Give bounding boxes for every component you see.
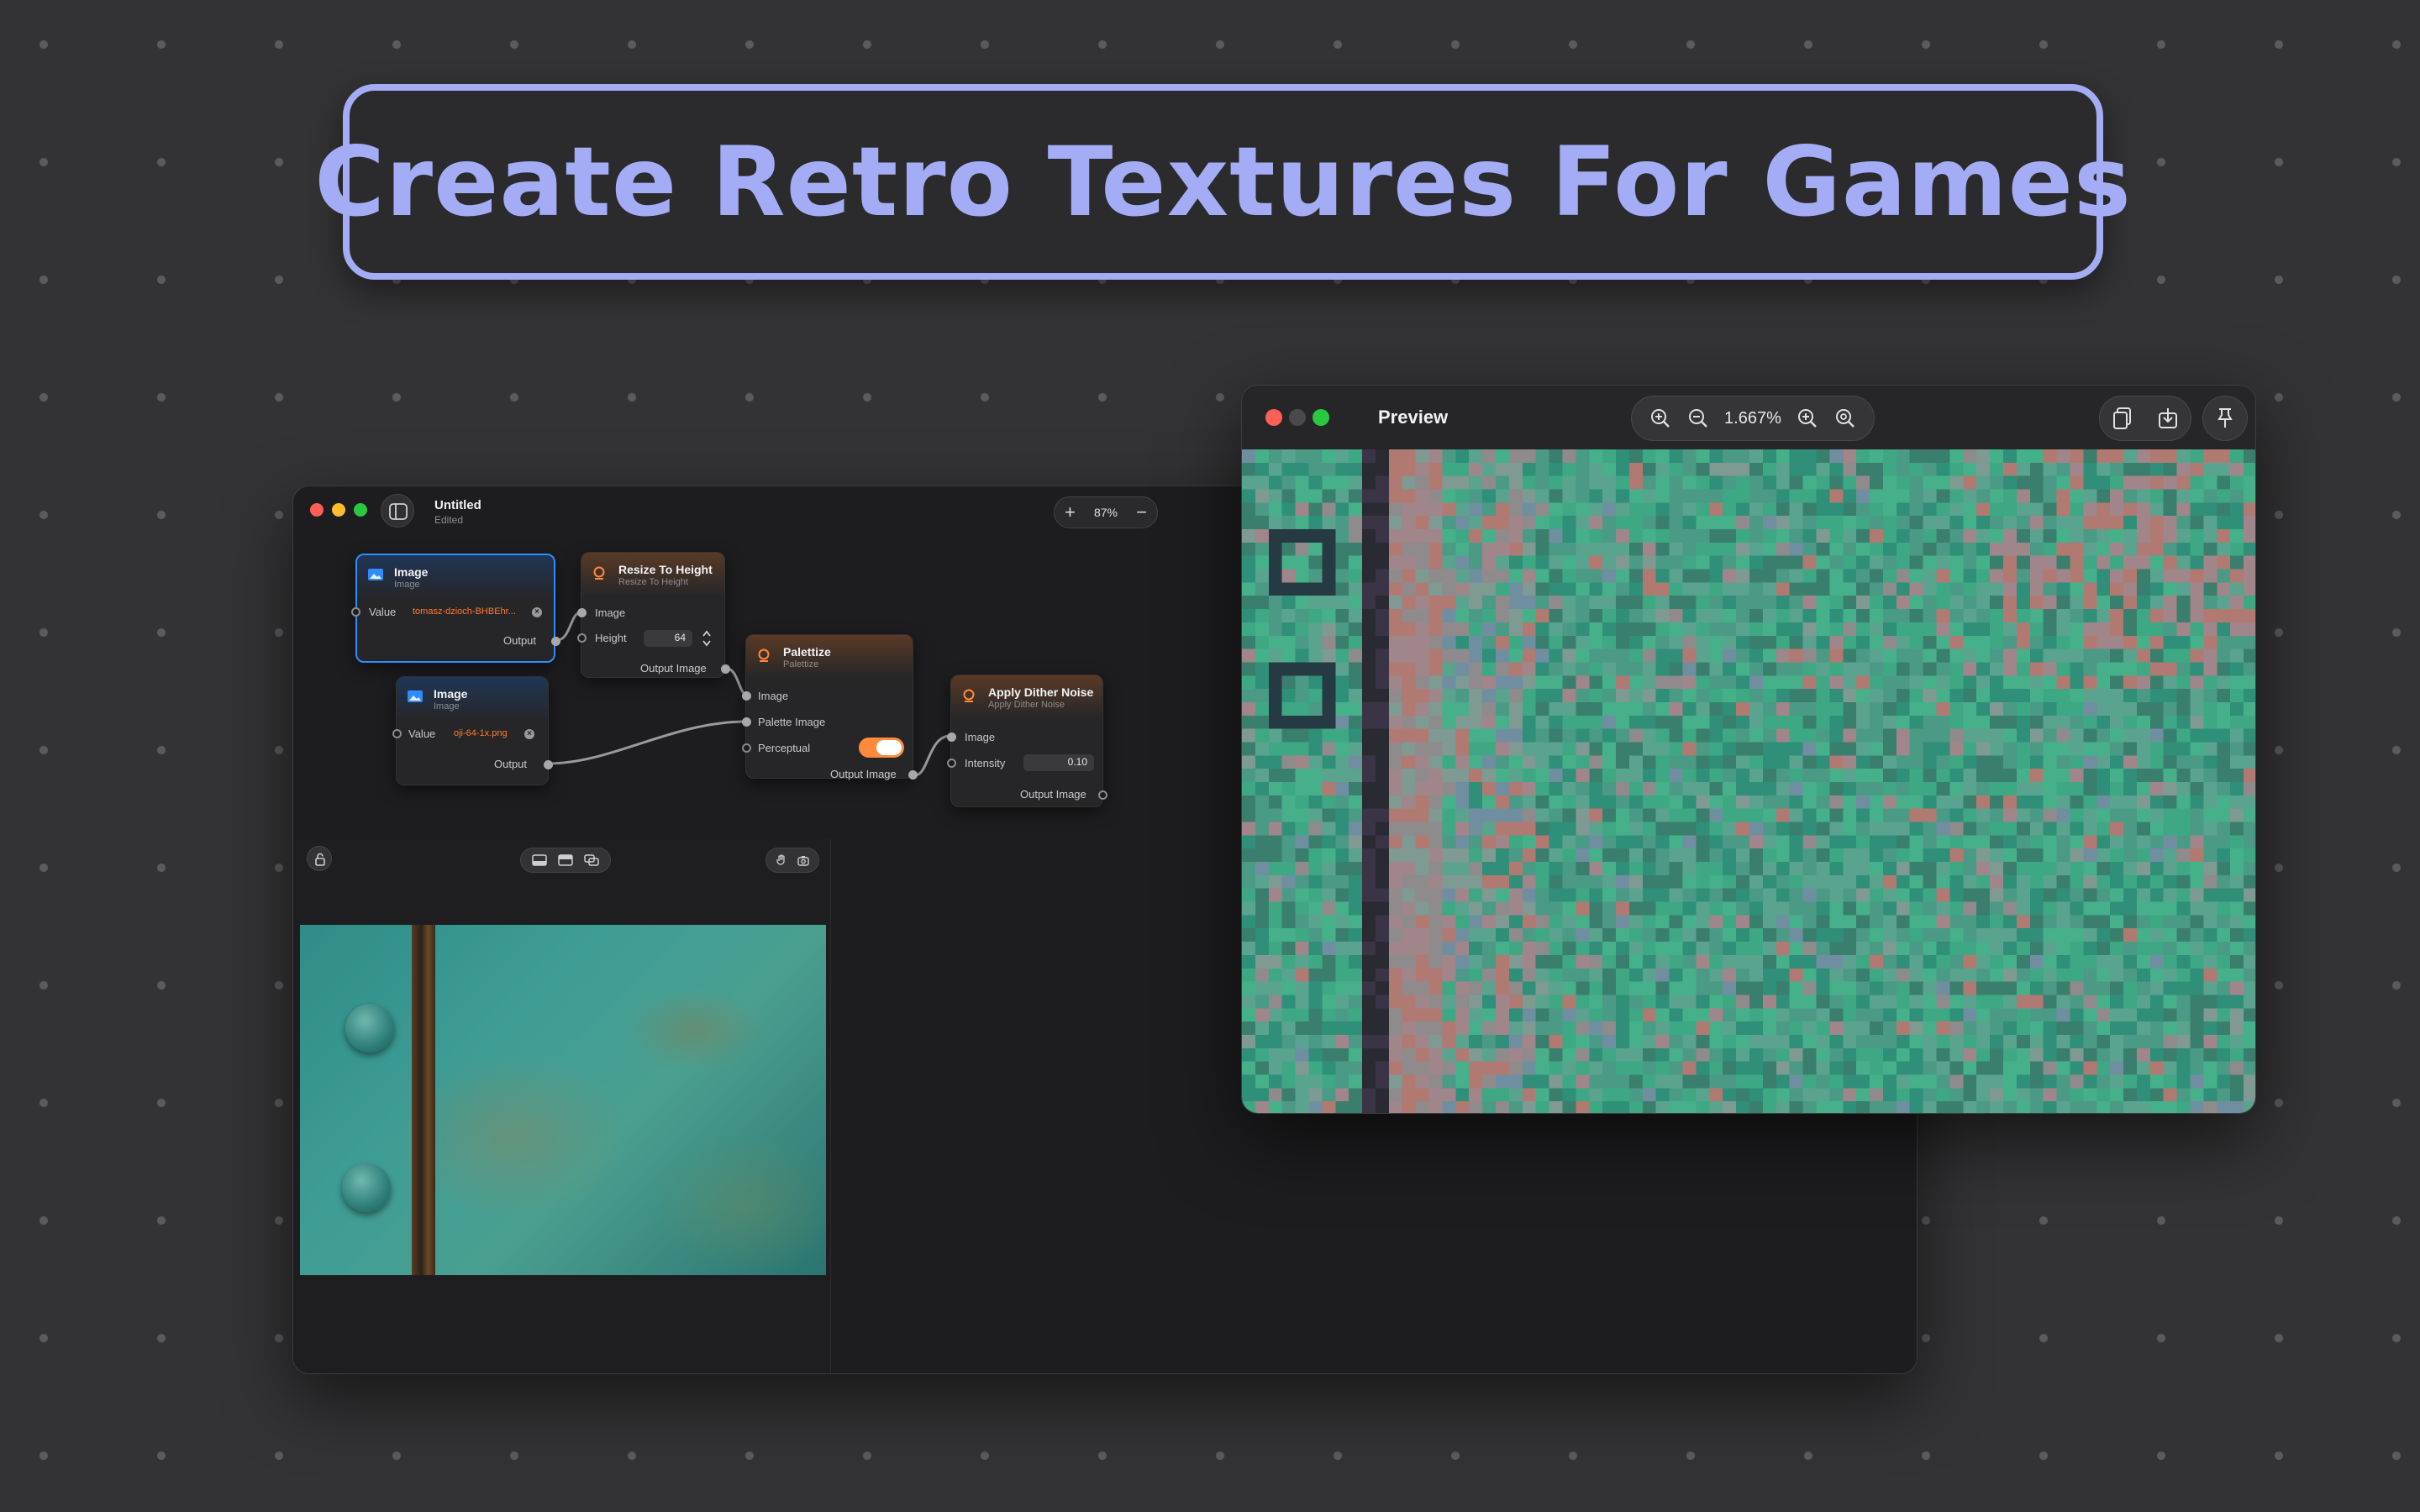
camera-icon[interactable] bbox=[797, 853, 810, 867]
texture-seam bbox=[412, 925, 435, 1275]
headline-banner: Create Retro Textures For Games bbox=[314, 84, 2131, 280]
headline-text: Create Retro Textures For Games bbox=[314, 126, 2132, 238]
lock-icon bbox=[315, 853, 325, 866]
input-port[interactable] bbox=[392, 729, 402, 738]
stepper-icon[interactable] bbox=[701, 628, 713, 648]
dither-node-header: Apply Dither Noise Apply Dither Noise bbox=[951, 675, 1102, 719]
input-port[interactable] bbox=[577, 608, 587, 617]
copy-icon[interactable] bbox=[2112, 407, 2133, 430]
intensity-field[interactable]: 0.10 bbox=[1023, 754, 1094, 771]
preview-minimize-button[interactable] bbox=[1289, 409, 1306, 426]
preview-maximize-button[interactable] bbox=[1313, 409, 1329, 426]
resize-node-header: Resize To Height Resize To Height bbox=[581, 553, 724, 596]
image-icon bbox=[368, 569, 383, 580]
palettize-node[interactable]: Palettize Palettize Image Palette Image … bbox=[742, 634, 918, 780]
output-port[interactable] bbox=[908, 770, 918, 780]
inspector-actions bbox=[765, 848, 819, 873]
palettize-node-header: Palettize Palettize bbox=[746, 635, 913, 679]
zoom-in-icon[interactable] bbox=[1797, 407, 1818, 429]
layout-single-icon[interactable] bbox=[531, 854, 547, 866]
node-title: Resize To Height bbox=[618, 563, 713, 576]
node-title: Image bbox=[434, 687, 468, 701]
node-subtitle: Resize To Height bbox=[618, 577, 688, 587]
palette-input-port[interactable] bbox=[742, 717, 751, 727]
output-label: Output Image bbox=[640, 662, 707, 675]
image-node-2[interactable]: Image Image Value oji-64-1x.png × Output bbox=[392, 676, 553, 785]
lock-button[interactable] bbox=[307, 846, 332, 871]
image-filename[interactable]: oji-64-1x.png bbox=[454, 728, 508, 738]
intensity-label: Intensity bbox=[965, 757, 1006, 769]
input-port[interactable] bbox=[351, 607, 360, 617]
zoom-actual-icon[interactable] bbox=[1834, 407, 1856, 429]
image-input-label: Image bbox=[595, 606, 626, 619]
layout-overlay-icon[interactable] bbox=[584, 854, 600, 866]
image-node-1[interactable]: Image Image Value tomasz-dzioch-BHBEhr..… bbox=[351, 554, 560, 663]
output-label: Output bbox=[503, 634, 537, 647]
image-filename[interactable]: tomasz-dzioch-BHBEhr... bbox=[413, 606, 516, 617]
source-image bbox=[300, 925, 826, 1275]
value-label: Value bbox=[408, 727, 436, 740]
node-subtitle: Image bbox=[394, 580, 420, 590]
layout-split-icon[interactable] bbox=[558, 854, 573, 866]
dither-node[interactable]: Apply Dither Noise Apply Dither Noise Im… bbox=[947, 675, 1107, 807]
node-subtitle: Apply Dither Noise bbox=[988, 700, 1065, 710]
node-title: Palettize bbox=[783, 645, 831, 659]
output-label: Output bbox=[494, 758, 528, 770]
clear-value-button[interactable]: × bbox=[532, 607, 542, 617]
output-port[interactable] bbox=[721, 664, 730, 674]
node-subtitle: Image bbox=[434, 701, 460, 711]
download-icon[interactable] bbox=[2157, 407, 2179, 430]
node-icon bbox=[593, 566, 605, 580]
node-title: Apply Dither Noise bbox=[988, 685, 1094, 699]
node-title: Image bbox=[394, 565, 429, 579]
clear-value-button[interactable]: × bbox=[524, 729, 534, 739]
value-label: Value bbox=[369, 606, 397, 618]
image-node-2-header: Image Image bbox=[397, 677, 548, 721]
preview-window: Preview 1.667% bbox=[1241, 385, 2256, 1114]
perceptual-port[interactable] bbox=[742, 743, 751, 753]
preview-title: Preview bbox=[1378, 407, 1449, 428]
preview-titlebar: Preview 1.667% bbox=[1242, 386, 2255, 449]
height-label: Height bbox=[595, 632, 627, 644]
hand-icon[interactable] bbox=[776, 853, 789, 867]
image-node-1-header: Image Image bbox=[357, 555, 554, 599]
perceptual-toggle[interactable] bbox=[859, 738, 904, 758]
image-icon bbox=[408, 690, 423, 702]
image-input-port[interactable] bbox=[742, 691, 751, 701]
perceptual-label: Perceptual bbox=[758, 742, 811, 754]
preview-zoom-control: 1.667% bbox=[1631, 396, 1875, 441]
palette-input-label: Palette Image bbox=[758, 716, 826, 728]
image-input-port[interactable] bbox=[947, 732, 956, 742]
output-label: Output Image bbox=[830, 768, 897, 780]
preview-actions bbox=[2099, 396, 2191, 441]
output-port[interactable] bbox=[551, 637, 560, 646]
pin-icon bbox=[2217, 408, 2233, 428]
texture-bolt-top bbox=[345, 1004, 394, 1053]
node-icon bbox=[758, 648, 770, 662]
output-label: Output Image bbox=[1020, 788, 1086, 801]
dithered-output-image bbox=[1242, 449, 2255, 1113]
texture-bolt-bottom bbox=[342, 1163, 391, 1212]
image-inspector-panel bbox=[295, 839, 831, 1373]
resize-node[interactable]: Resize To Height Resize To Height Image … bbox=[577, 552, 730, 678]
pin-button[interactable] bbox=[2202, 396, 2248, 441]
zoom-out-icon[interactable] bbox=[1687, 407, 1709, 429]
intensity-port[interactable] bbox=[947, 759, 956, 768]
output-port[interactable] bbox=[544, 760, 553, 769]
node-icon bbox=[963, 689, 975, 702]
image-input-label: Image bbox=[758, 690, 789, 702]
layout-switcher bbox=[520, 848, 611, 873]
image-input-label: Image bbox=[965, 731, 996, 743]
height-port[interactable] bbox=[577, 633, 587, 643]
output-port[interactable] bbox=[1098, 790, 1107, 800]
preview-close-button[interactable] bbox=[1265, 409, 1282, 426]
preview-zoom-level: 1.667% bbox=[1724, 408, 1781, 428]
height-field[interactable]: 64 bbox=[644, 630, 692, 647]
node-subtitle: Palettize bbox=[783, 659, 819, 669]
zoom-fit-icon[interactable] bbox=[1649, 407, 1671, 429]
